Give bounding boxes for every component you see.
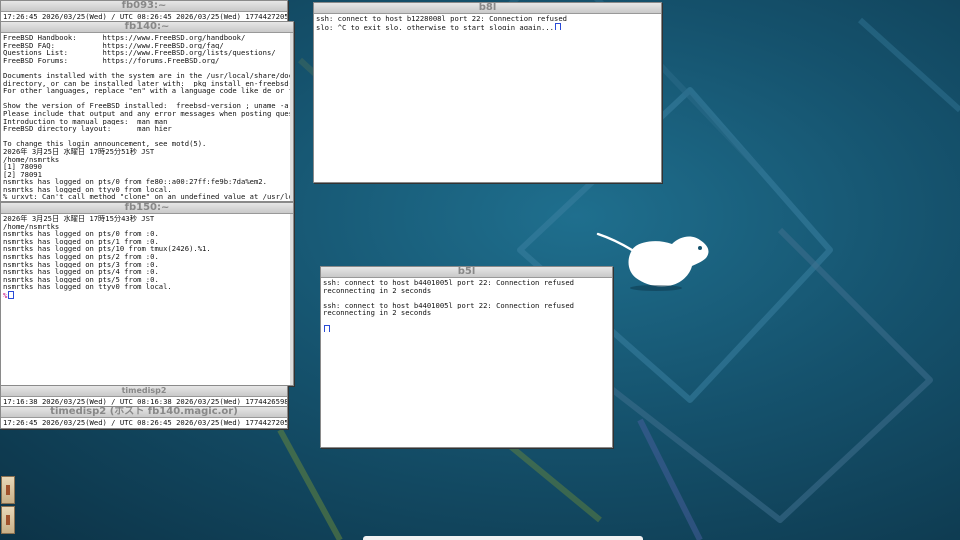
terminal-line: 2026年 3月25日 水曜日 17時25分51秒 JST [3,147,155,156]
terminal-line: 2026年 3月25日 水曜日 17時15分43秒 JST [3,215,155,223]
terminal-output[interactable]: 2026年 3月25日 水曜日 17時15分43秒 JST/home/nsmrt… [1,214,293,299]
terminal-window-b8l[interactable]: b8l ssh: connect to host b1228008l port … [313,2,662,183]
terminal-line: nsmrtks has logged on pts/3 from :0. [3,260,159,269]
terminal-line: Please include that output and any error… [3,109,291,118]
terminal-line: nsmrtks has logged on ttyv0 from local. [3,185,172,194]
terminal-line: nsmrtks has logged on pts/4 from :0. [3,268,159,276]
terminal-output[interactable]: FreeBSD Handbook: https://www.FreeBSD.or… [1,33,293,202]
terminal-line: slo: ^C to exit slo, otherwise to start … [316,22,659,31]
dock [0,474,16,540]
terminal-line: FreeBSD directory layout: man hier [3,125,172,133]
terminal-line: nsmrtks has logged on pts/0 from :0. [3,230,159,238]
window-fb093[interactable]: fb093:~ 17:26:45 2026/03/25(Wed) / UTC 0… [0,0,288,23]
prompt-line: % [3,290,291,299]
terminal-line: ssh: connect to host b4401005l port 22: … [323,301,574,310]
terminal-line: FreeBSD FAQ: https://www.FreeBSD.org/faq… [3,41,224,50]
terminal-output[interactable]: ssh: connect to host b4401005l port 22: … [321,278,612,333]
window-title[interactable]: timedisp2 (ホスト fb140.magic.or) [1,407,287,418]
terminal-line: To change this login announcement, see m… [3,140,207,148]
terminal-line: /home/nsmrtks [3,155,60,164]
text-cursor [324,324,330,333]
terminal-line: nsmrtks has logged on pts/5 from :0. [3,275,159,284]
terminal-line: nsmrtks has logged on pts/0 from fe80::a… [3,178,267,186]
cursor-line [323,324,610,333]
terminal-line: FreeBSD Handbook: https://www.FreeBSD.or… [3,34,246,42]
terminal-window-fb140[interactable]: fb140:~ FreeBSD Handbook: https://www.Fr… [0,21,294,202]
terminal-line: reconnecting in 2 seconds [323,286,432,295]
window-title[interactable]: b8l [314,3,661,14]
terminal-line: directory, or can be installed later wit… [3,79,291,88]
terminal-line: Show the version of FreeBSD installed: f… [3,102,289,110]
terminal-line: ssh: connect to host b1228008l port 22: … [316,15,567,23]
window-title[interactable]: timedisp2 [1,386,287,397]
text-cursor [8,290,15,299]
x-mouse-icon [596,232,709,291]
dock-item-icon [6,515,10,525]
terminal-line: % urxvt: Can't call method "clone" on an… [3,193,291,202]
dock-item[interactable] [1,506,15,534]
desktop: fb093:~ 17:26:45 2026/03/25(Wed) / UTC 0… [0,0,960,540]
window-title[interactable]: fb140:~ [1,22,293,33]
terminal-output[interactable]: ssh: connect to host b1228008l port 22: … [314,14,661,31]
terminal-line: nsmrtks has logged on pts/10 from tmux(2… [3,245,211,253]
window-timedisp2-host[interactable]: timedisp2 (ホスト fb140.magic.or) 17:26:45 … [0,406,288,429]
terminal-line: Questions List: https://www.FreeBSD.org/… [3,49,276,57]
terminal-line: ssh: connect to host b4401005l port 22: … [323,279,574,287]
terminal-line: nsmrtks has logged on pts/1 from :0. [3,237,159,246]
terminal-window-b5l[interactable]: b5l ssh: connect to host b4401005l port … [320,266,613,448]
window-title[interactable]: fb093:~ [1,1,287,12]
dock-item-icon [6,485,10,495]
scrollbar[interactable] [290,33,293,201]
window-timedisp2[interactable]: timedisp2 17:16:38 2026/03/25(Wed) / UTC… [0,385,288,407]
terminal-line: For other languages, replace "en" with a… [3,87,291,95]
shell-prompt: % [3,290,8,299]
dock-item[interactable] [1,476,15,504]
terminal-line: reconnecting in 2 seconds [323,309,432,317]
terminal-line: Introduction to manual pages: man man [3,117,168,126]
terminal-line: nsmrtks has logged on ttyv0 from local. [3,283,172,291]
terminal-line: nsmrtks has logged on pts/2 from :0. [3,252,159,261]
terminal-line: FreeBSD Forums: https://forums.FreeBSD.o… [3,56,220,65]
window-title[interactable]: fb150:~ [1,203,293,214]
terminal-line: [1] 78090 [3,163,42,171]
taskbar-edge[interactable] [363,536,643,540]
terminal-line: /home/nsmrtks [3,222,60,231]
scrollbar[interactable] [290,214,293,385]
terminal-line: [2] 78091 [3,170,42,179]
terminal-window-fb150[interactable]: fb150:~ 2026年 3月25日 水曜日 17時15分43秒 JST/ho… [0,202,294,386]
window-title[interactable]: b5l [321,267,612,278]
text-cursor [555,22,561,31]
terminal-line: Documents installed with the system are … [3,71,291,80]
clock-status-line: 17:26:45 2026/03/25(Wed) / UTC 08:26:45 … [1,418,288,428]
